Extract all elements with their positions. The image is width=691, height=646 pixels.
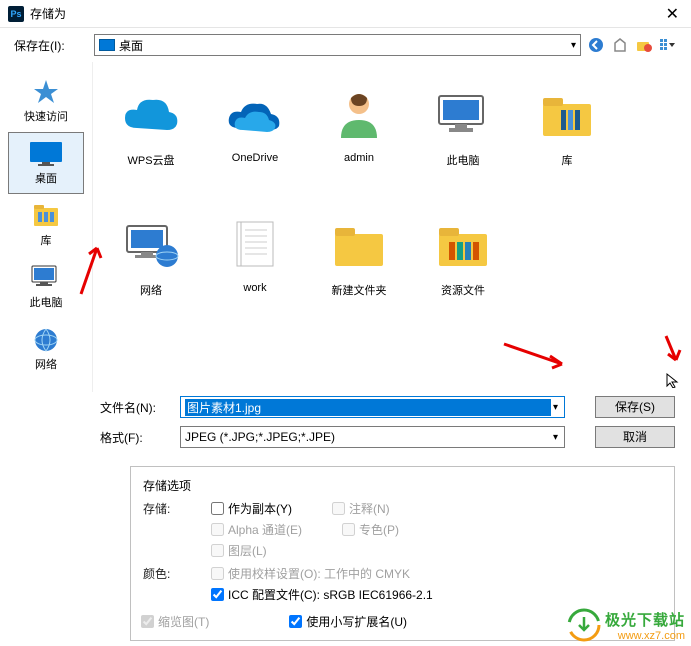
chevron-down-icon: ▾ xyxy=(571,40,576,51)
file-label: WPS云盘 xyxy=(127,152,174,168)
file-item[interactable]: OneDrive xyxy=(203,76,307,206)
file-label: work xyxy=(243,282,266,294)
sidebar-item-quickaccess[interactable]: 快速访问 xyxy=(8,70,84,132)
form-area: 文件名(N): 图片素材1.jpg ▾ 保存(S) 格式(F): JPEG (*… xyxy=(0,392,691,460)
main-area: 快速访问 桌面 库 此电脑 网络 WPS云盘 OneDrive xyxy=(0,62,691,392)
format-select[interactable]: JPEG (*.JPG;*.JPEG;*.JPE) ▾ xyxy=(180,426,565,448)
sidebar-item-label: 桌面 xyxy=(35,170,57,186)
format-label: 格式(F): xyxy=(100,429,174,446)
filename-label: 文件名(N): xyxy=(100,399,174,416)
document-icon xyxy=(223,214,287,278)
file-item[interactable]: 此电脑 xyxy=(411,76,515,206)
network-icon xyxy=(32,326,60,354)
format-value: JPEG (*.JPG;*.JPEG;*.JPE) xyxy=(185,430,551,444)
location-value: 桌面 xyxy=(119,37,143,54)
location-row: 保存在(I): 桌面 ▾ xyxy=(0,28,691,62)
file-label: 网络 xyxy=(140,282,162,298)
watermark-title: 极光下载站 xyxy=(605,609,685,630)
thispc-icon xyxy=(30,264,62,292)
view-menu-icon[interactable] xyxy=(659,36,677,54)
checkbox-proof: 使用校样设置(O): 工作中的 CMYK xyxy=(211,565,433,582)
star-icon xyxy=(32,78,60,106)
filename-input[interactable]: 图片素材1.jpg ▾ xyxy=(180,396,565,418)
options-section-label: 存储选项 xyxy=(143,477,662,494)
checkbox-lowercase[interactable]: 使用小写扩展名(U) xyxy=(289,613,407,630)
file-label: 库 xyxy=(562,152,573,168)
file-item[interactable]: 库 xyxy=(515,76,619,206)
cursor-icon xyxy=(665,372,681,388)
checkbox-layers: 图层(L) xyxy=(211,542,399,559)
folder-icon xyxy=(327,214,391,278)
location-select[interactable]: 桌面 ▾ xyxy=(94,34,581,56)
file-label: OneDrive xyxy=(232,152,278,164)
location-label: 保存在(I): xyxy=(14,37,84,54)
file-item[interactable]: work xyxy=(203,206,307,336)
checkbox-thumbnail: 缩览图(T) xyxy=(141,613,209,630)
sidebar-item-label: 快速访问 xyxy=(24,108,68,124)
sidebar-item-label: 库 xyxy=(41,232,52,248)
cancel-button[interactable]: 取消 xyxy=(595,426,675,448)
cloud-icon xyxy=(119,84,183,148)
file-item[interactable]: 新建文件夹 xyxy=(307,206,411,336)
sidebar-item-desktop[interactable]: 桌面 xyxy=(8,132,84,194)
titlebar: Ps 存储为 ✕ xyxy=(0,0,691,28)
window-title: 存储为 xyxy=(30,5,662,22)
file-item[interactable]: admin xyxy=(307,76,411,206)
back-icon[interactable] xyxy=(587,36,605,54)
save-button[interactable]: 保存(S) xyxy=(595,396,675,418)
close-icon[interactable]: ✕ xyxy=(662,4,683,24)
checkbox-alpha: Alpha 通道(E) xyxy=(211,521,302,538)
sidebar: 快速访问 桌面 库 此电脑 网络 xyxy=(0,62,92,392)
network-globe-icon xyxy=(119,214,183,278)
new-folder-icon[interactable] xyxy=(635,36,653,54)
sidebar-item-libraries[interactable]: 库 xyxy=(8,194,84,256)
resource-folder-icon xyxy=(431,214,495,278)
file-label: 新建文件夹 xyxy=(332,282,387,298)
sidebar-item-thispc[interactable]: 此电脑 xyxy=(8,256,84,318)
sidebar-item-network[interactable]: 网络 xyxy=(8,318,84,380)
store-label: 存储: xyxy=(143,500,199,517)
file-item[interactable]: 资源文件 xyxy=(411,206,515,336)
file-item[interactable]: 网络 xyxy=(99,206,203,336)
checkbox-icc[interactable]: ICC 配置文件(C): sRGB IEC61966-2.1 xyxy=(211,586,433,603)
onedrive-icon xyxy=(223,84,287,148)
checkbox-spot: 专色(P) xyxy=(342,521,399,538)
library-folder-icon xyxy=(535,84,599,148)
file-label: 此电脑 xyxy=(447,152,480,168)
checkbox-as-copy[interactable]: 作为副本(Y) xyxy=(211,500,292,517)
file-label: 资源文件 xyxy=(441,282,485,298)
desktop-icon xyxy=(99,39,115,51)
file-item[interactable]: WPS云盘 xyxy=(99,76,203,206)
watermark-url: www.xz7.com xyxy=(605,630,685,642)
chevron-down-icon[interactable]: ▾ xyxy=(551,402,560,413)
filename-value: 图片素材1.jpg xyxy=(185,399,551,416)
user-icon xyxy=(327,84,391,148)
file-label: admin xyxy=(344,152,374,164)
nav-toolbar xyxy=(587,36,677,54)
file-browser[interactable]: WPS云盘 OneDrive admin 此电脑 库 网络 work 新建文件 xyxy=(92,62,691,392)
sidebar-item-label: 网络 xyxy=(35,356,57,372)
photoshop-icon: Ps xyxy=(8,6,24,22)
desktop-icon xyxy=(28,140,64,168)
watermark: 极光下载站 www.xz7.com xyxy=(567,608,685,642)
up-icon[interactable] xyxy=(611,36,629,54)
thispc-icon xyxy=(431,84,495,148)
color-label: 颜色: xyxy=(143,565,199,582)
chevron-down-icon[interactable]: ▾ xyxy=(551,432,560,443)
libraries-icon xyxy=(32,202,60,230)
watermark-logo-icon xyxy=(567,608,601,642)
checkbox-annotations: 注释(N) xyxy=(332,500,390,517)
sidebar-item-label: 此电脑 xyxy=(30,294,63,310)
